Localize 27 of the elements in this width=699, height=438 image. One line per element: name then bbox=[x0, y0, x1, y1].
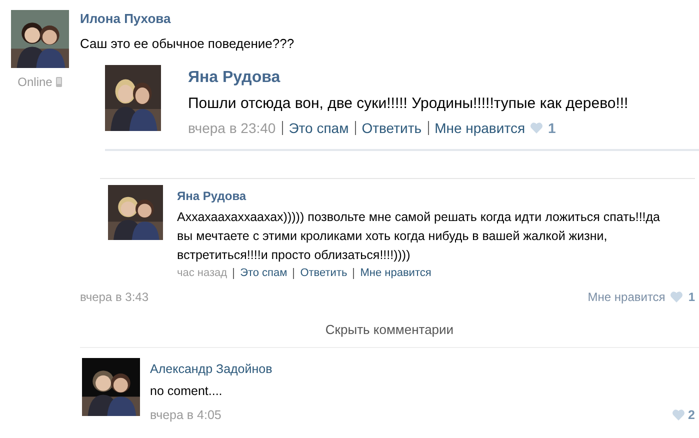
author-name[interactable]: Илона Пухова bbox=[80, 11, 699, 26]
comment-action-link[interactable]: Это спам bbox=[288, 120, 349, 136]
like-count: 1 bbox=[688, 290, 695, 304]
comment-text: Аххахаахаххаахах))))) позвольте мне самой решать когда идти ложиться спать!!!да вы мечтаете с этими кроликами хоть когда нибудь в вашей жалкой жизни, встретиться!!!!и просто облизаться!!!!)))) bbox=[177, 209, 662, 264]
comment-action-link[interactable]: Это спам bbox=[240, 267, 288, 279]
comment-action-link[interactable]: Ответить bbox=[362, 120, 422, 136]
author-name[interactable]: Яна Рудова bbox=[177, 189, 677, 203]
author-name[interactable]: Александр Задойнов bbox=[150, 362, 695, 376]
heart-icon[interactable] bbox=[670, 291, 684, 303]
like-count: 2 bbox=[688, 408, 695, 422]
phone-icon bbox=[56, 77, 62, 87]
comment-action-link[interactable]: Мне нравится bbox=[360, 267, 432, 279]
comment-text: Саш это ее обычное поведение??? bbox=[80, 36, 296, 51]
like-count: 1 bbox=[548, 120, 556, 136]
author-name[interactable]: Яна Рудова bbox=[188, 69, 628, 87]
comment-action-link[interactable]: Мне нравится bbox=[434, 120, 526, 136]
post-time: вчера в 3:43 bbox=[80, 290, 149, 304]
comment-text: Пошли отсюда вон, две суки!!!!! Уродины!!!!!тупые как дерево!!! bbox=[188, 95, 628, 112]
heart-icon[interactable] bbox=[672, 409, 686, 421]
comment-action-link[interactable]: Ответить bbox=[300, 267, 348, 279]
online-status: Online bbox=[18, 75, 52, 89]
hide-comments-link[interactable]: Скрыть комментарии bbox=[325, 322, 454, 337]
comment-text: no coment.... bbox=[150, 384, 224, 398]
comment-time: вчера в 23:40 bbox=[188, 120, 276, 136]
comment-time: вчера в 4:05 bbox=[150, 408, 222, 422]
heart-icon[interactable] bbox=[530, 122, 544, 134]
comment-time: час назад bbox=[177, 267, 228, 279]
